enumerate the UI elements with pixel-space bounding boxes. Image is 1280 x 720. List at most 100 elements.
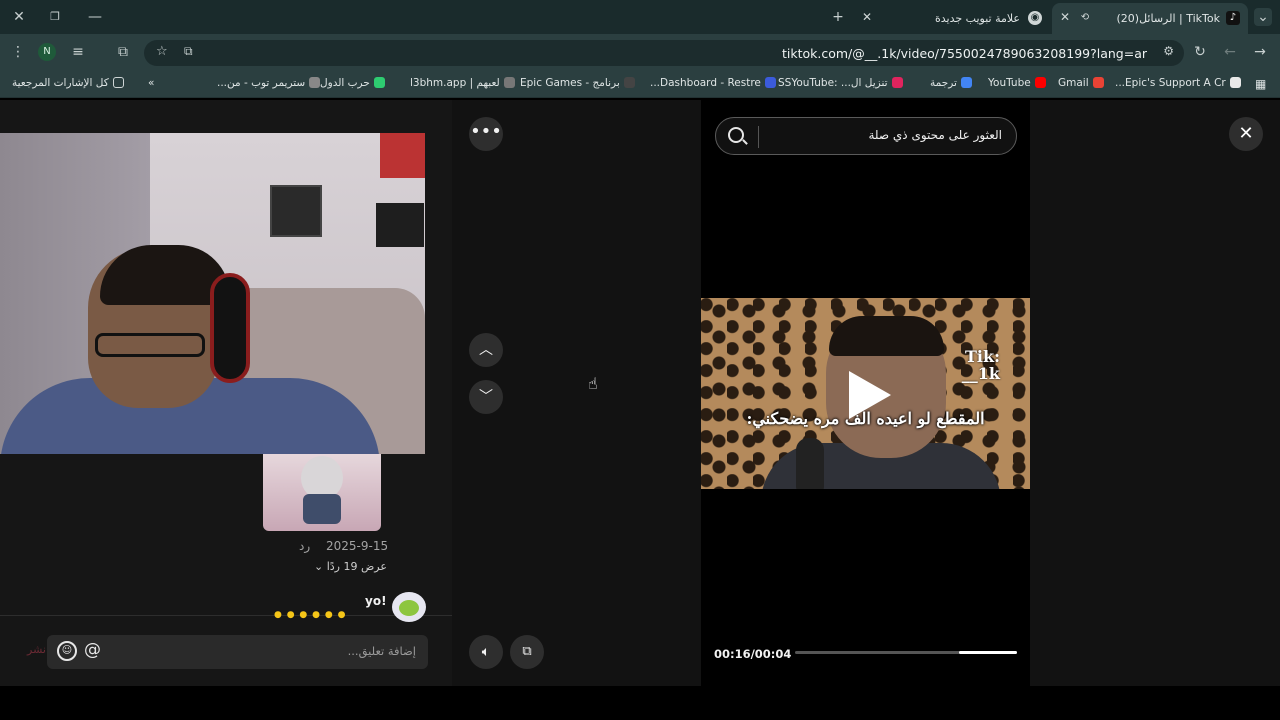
window-minimize-icon[interactable]: —	[86, 8, 104, 26]
watermark-line: __1k	[961, 364, 1000, 383]
mouse-cursor-icon: ☝︎	[588, 374, 598, 393]
picture-in-picture-icon[interactable]: ⧉	[510, 635, 544, 669]
bookmark-item[interactable]: Epic's Support A Cr...	[1115, 77, 1241, 89]
related-search-input[interactable]: العثور على محتوى ذي صلة	[715, 117, 1017, 155]
bookmark-label: Gmail	[1058, 77, 1089, 89]
emoji-icon[interactable]: ☺	[57, 641, 77, 661]
mention-icon[interactable]: @	[84, 640, 101, 660]
bookmark-favicon	[960, 77, 972, 88]
video-person-hair	[829, 316, 944, 356]
audio-playing-icon: ⟲	[1080, 12, 1090, 23]
tab-title: TikTok | الرسائل(20)	[1116, 12, 1221, 25]
apps-grid-icon[interactable]: ▦	[1255, 77, 1266, 91]
webcam-person-headset	[210, 273, 250, 383]
webcam-frame	[270, 185, 322, 237]
volume-icon[interactable]: 🔈︎	[469, 635, 503, 669]
bookmark-label: حرب الدول	[320, 77, 370, 89]
reload-icon[interactable]: ↻	[1191, 43, 1209, 61]
search-placeholder: العثور على محتوى ذي صلة	[868, 128, 1002, 142]
new-tab-icon[interactable]: +	[829, 8, 847, 26]
bookmark-item[interactable]: YouTube	[988, 77, 1046, 89]
comment-input[interactable]: إضافة تعليق...	[47, 635, 428, 669]
bookmark-item[interactable]: Gmail	[1058, 77, 1104, 89]
bookmark-label: Dashboard - Restre...	[650, 77, 761, 89]
bookmark-favicon	[373, 77, 385, 88]
site-info-icon[interactable]: ⚙	[1163, 44, 1174, 58]
media-control-icon[interactable]: ≡	[69, 43, 87, 61]
bookmark-favicon	[503, 77, 515, 88]
bookmark-item[interactable]: ترجمة	[930, 77, 972, 89]
watermark-line: Tik:	[965, 347, 1000, 366]
video-watermark: Tik: __1k	[962, 348, 1000, 382]
tab-strip: ✕ ❐ — + ✕ علامة تبويب جديدة ◉ ✕ ⟲ TikTok…	[0, 0, 1280, 34]
bookmark-label: برنامج - Epic Games	[520, 77, 620, 89]
chevron-down-icon: ⌄	[314, 560, 324, 573]
video-time: 00:16/00:04	[714, 647, 792, 661]
url-text: tiktok.com/@__.1k/video/7550024789063208…	[781, 46, 1147, 61]
bookmark-star-icon[interactable]: ☆	[156, 44, 168, 59]
bookmark-item[interactable]: ستريمر توب - من...	[217, 77, 321, 89]
comment-input-placeholder: إضافة تعليق...	[347, 644, 416, 658]
bookmark-label: ستريمر توب - من...	[217, 77, 306, 89]
all-bookmarks[interactable]: كل الإشارات المرجعية	[12, 77, 124, 89]
window-restore-icon[interactable]: ❐	[46, 8, 64, 26]
forward-icon[interactable]: →	[1251, 43, 1269, 61]
search-divider	[758, 126, 759, 148]
profile-avatar[interactable]: N	[38, 43, 56, 61]
sticker-body	[303, 494, 341, 524]
comment-emojis: ● ● ● ● ● ●	[274, 610, 347, 620]
tab-title: علامة تبويب جديدة	[934, 12, 1020, 25]
comment-sticker-image[interactable]	[263, 454, 381, 531]
menu-dots-icon[interactable]: ⋮	[9, 43, 27, 61]
comment-username[interactable]: yo!	[365, 594, 387, 608]
post-button[interactable]: نشر	[27, 643, 46, 656]
comment-date: 2025-9-15	[326, 539, 389, 553]
bookmark-item[interactable]: لعبهم | l3bhm.app	[410, 77, 515, 89]
tiktok-icon: ♪	[1226, 11, 1240, 25]
bookmark-favicon	[1229, 77, 1241, 88]
close-icon[interactable]: ✕	[1229, 117, 1263, 151]
more-dots-icon[interactable]: •••	[469, 117, 503, 151]
bookmark-favicon	[764, 77, 776, 88]
chevron-up-icon[interactable]: ︿	[469, 333, 503, 367]
webcam-overlay	[0, 133, 425, 454]
play-icon[interactable]	[849, 371, 891, 419]
bookmark-item[interactable]: Dashboard - Restre...	[650, 77, 776, 89]
comments-divider	[0, 615, 452, 616]
more-bookmarks-icon[interactable]: »	[148, 77, 154, 89]
bookmark-favicon	[309, 77, 321, 88]
bookmark-item[interactable]: تنزيل ال... :SSYouTube	[778, 77, 903, 89]
bookmark-label: YouTube	[988, 77, 1031, 89]
bookmark-label: لعبهم | l3bhm.app	[410, 77, 500, 89]
folder-icon	[112, 77, 124, 88]
chevron-down-icon[interactable]: ﹀	[469, 380, 503, 414]
avatar[interactable]	[392, 592, 426, 622]
video-microphone	[796, 438, 824, 489]
back-icon[interactable]: ←	[1221, 43, 1239, 61]
comment-reply-link[interactable]: رد	[299, 539, 310, 553]
tab-tiktok[interactable]: ✕ ⟲ TikTok | الرسائل(20) ♪	[1052, 3, 1248, 34]
bookmark-favicon	[891, 77, 903, 88]
bookmark-label: تنزيل ال... :SSYouTube	[778, 77, 888, 89]
chrome-icon: ◉	[1028, 11, 1042, 25]
video-progress-fill	[959, 651, 1017, 654]
bookmark-label: ترجمة	[930, 77, 957, 89]
webcam-shelf	[380, 133, 425, 178]
webcam-person-glasses	[95, 333, 205, 357]
tab-close-icon[interactable]: ✕	[862, 10, 872, 24]
translate-icon[interactable]: ⧉	[184, 44, 193, 59]
view-replies-link[interactable]: عرض 19 ردًا ⌄	[314, 560, 387, 573]
webcam-frame	[376, 203, 424, 247]
video-progress-bar[interactable]	[795, 651, 1017, 654]
window-close-icon[interactable]: ✕	[10, 8, 28, 26]
tab-search-icon[interactable]: ⌄	[1254, 8, 1272, 26]
tab-close-icon[interactable]: ✕	[1060, 10, 1070, 24]
bookmark-item[interactable]: حرب الدول	[320, 77, 385, 89]
extensions-icon[interactable]: ⧉	[114, 43, 132, 61]
view-replies-label: عرض 19 ردًا	[326, 560, 387, 573]
search-icon[interactable]	[728, 127, 744, 143]
bookmark-item[interactable]: برنامج - Epic Games	[520, 77, 635, 89]
tab-new-tab[interactable]: ✕ علامة تبويب جديدة ◉	[858, 3, 1048, 34]
all-bookmarks-label: كل الإشارات المرجعية	[12, 77, 109, 89]
bookmark-favicon	[1092, 77, 1104, 88]
